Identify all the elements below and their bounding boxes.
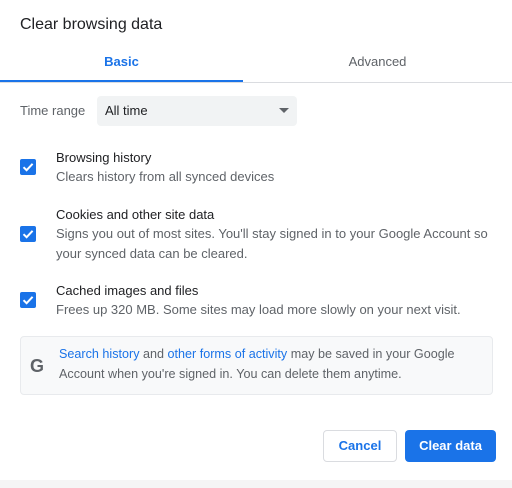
cached-images-checkbox[interactable] [20,292,36,308]
tab-bar: Basic Advanced [0,44,512,83]
option-title: Cookies and other site data [56,207,215,222]
info-text-part: and [139,347,168,361]
clear-data-button[interactable]: Clear data [405,430,496,462]
time-range-select[interactable]: All time [97,96,297,126]
tab-advanced[interactable]: Advanced [243,44,512,80]
option-description-line2: your synced data can be cleared. [56,246,248,261]
dialog-bottom-edge [0,480,512,488]
other-activity-link[interactable]: other forms of activity [168,347,288,361]
option-title: Browsing history [56,150,152,165]
checkmark-icon [22,296,34,305]
browsing-history-checkbox[interactable] [20,159,36,175]
tab-basic[interactable]: Basic [0,44,243,82]
option-description: Frees up 320 MB. Some sites may load mor… [56,302,461,317]
checkmark-icon [22,163,34,172]
dropdown-arrow-icon [279,108,289,113]
dialog-title: Clear browsing data [20,16,163,33]
google-g-icon: G [30,356,45,376]
cookies-checkbox[interactable] [20,226,36,242]
info-text-part: may be saved in your Google [287,347,455,361]
cancel-button[interactable]: Cancel [323,430,397,462]
info-text-line2: Account when you're signed in. You can d… [59,367,402,381]
checkmark-icon [22,230,34,239]
time-range-label: Time range [20,103,86,118]
clear-browsing-data-dialog: Clear browsing data Basic Advanced Time … [0,0,512,488]
option-title: Cached images and files [56,283,199,298]
search-history-link[interactable]: Search history [59,347,140,361]
time-range-value: All time [105,103,148,118]
option-description: Clears history from all synced devices [56,169,275,184]
option-description-line1: Signs you out of most sites. You'll stay… [56,226,488,241]
info-text: Search history and other forms of activi… [59,344,479,384]
google-account-info-box: G Search history and other forms of acti… [20,336,493,395]
